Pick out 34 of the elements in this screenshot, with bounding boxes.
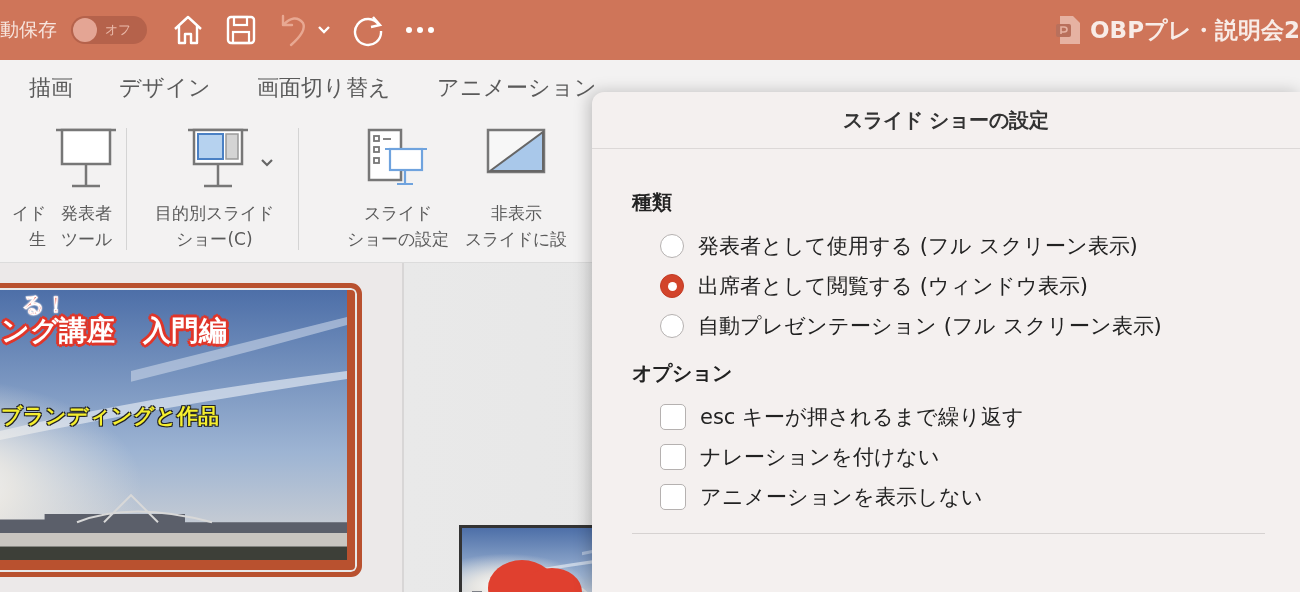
document-title: OBPプレ・説明会2	[1090, 15, 1300, 45]
section-heading: 種類	[632, 189, 673, 216]
checkbox[interactable]	[660, 484, 686, 510]
option-label: ナレーションを付けない	[700, 444, 940, 471]
hidden-slide-icon	[486, 128, 546, 176]
more-icon[interactable]	[405, 26, 435, 34]
ribbon-button[interactable]: スライド ショーの設定	[347, 116, 449, 262]
save-icon[interactable]	[225, 14, 257, 46]
option-label: 発表者として使用する (フル スクリーン表示)	[698, 233, 1138, 260]
slide-text: る！	[22, 291, 67, 317]
option-label: 出席者として閲覧する (ウィンドウ表示)	[698, 273, 1089, 300]
ribbon-button[interactable]: イド 生	[0, 116, 46, 262]
ribbon-tab[interactable]: 画面切り替え	[234, 68, 414, 108]
document-icon	[1056, 15, 1083, 45]
checkbox[interactable]	[660, 404, 686, 430]
option-label: esc キーが押されるまで繰り返す	[700, 404, 1025, 431]
autosave-label: 動保存	[0, 17, 57, 42]
option-label: アニメーションを表示しない	[700, 484, 983, 511]
slide-text: ング講座 入門編	[1, 314, 227, 349]
option-label: 自動プレゼンテーション (フル スクリーン表示)	[698, 313, 1162, 340]
slide-text: ブランディングと作品	[1, 403, 219, 430]
dialog-title: スライド ショーの設定	[592, 92, 1300, 149]
radio-button[interactable]	[660, 314, 684, 338]
radio-button[interactable]	[660, 234, 684, 258]
ribbon-tab[interactable]: 描画	[6, 68, 96, 108]
section-heading: オプション	[632, 360, 733, 387]
ribbon-tab[interactable]: デザイン	[96, 68, 234, 108]
ribbon-button[interactable]: 非表示 スライドに設	[465, 116, 567, 262]
slide-thumbnail[interactable]: る！ ング講座 入門編 ブランディングと作品	[0, 283, 362, 577]
checkbox[interactable]	[660, 444, 686, 470]
radio-button[interactable]	[660, 274, 684, 298]
caret-icon[interactable]	[259, 158, 274, 168]
ribbon-button[interactable]: 発表者 ツール	[54, 116, 118, 262]
ribbon-button[interactable]: 目的別スライド ショー(C)	[155, 116, 274, 262]
